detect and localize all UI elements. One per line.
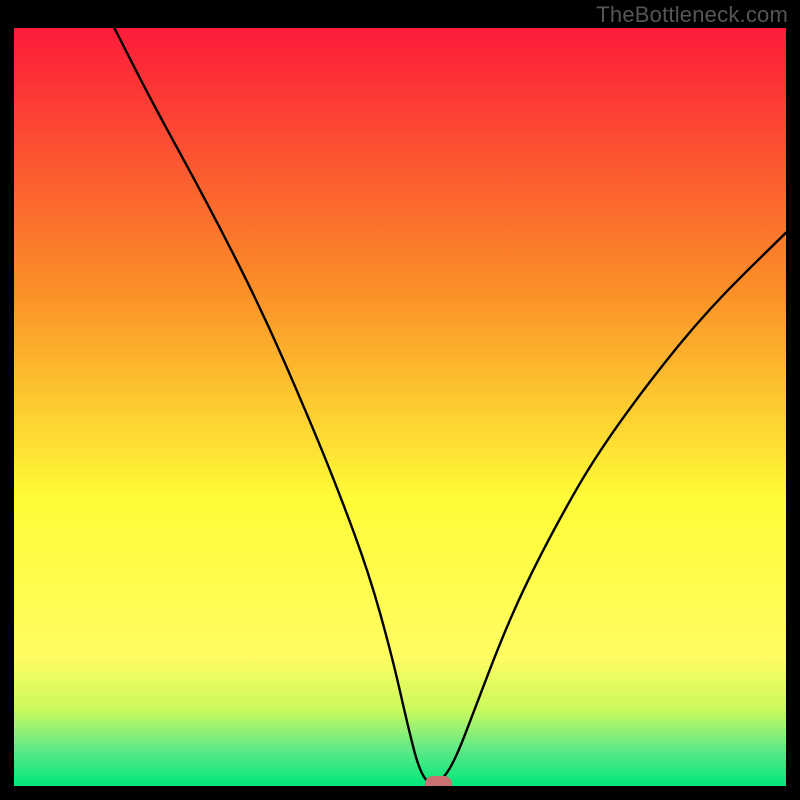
- plot-area: [14, 28, 786, 786]
- chart-stage: TheBottleneck.com: [0, 0, 800, 800]
- watermark-text: TheBottleneck.com: [596, 2, 788, 28]
- gradient-rect: [14, 28, 786, 786]
- optimum-marker: [425, 776, 452, 786]
- plot-svg: [14, 28, 786, 786]
